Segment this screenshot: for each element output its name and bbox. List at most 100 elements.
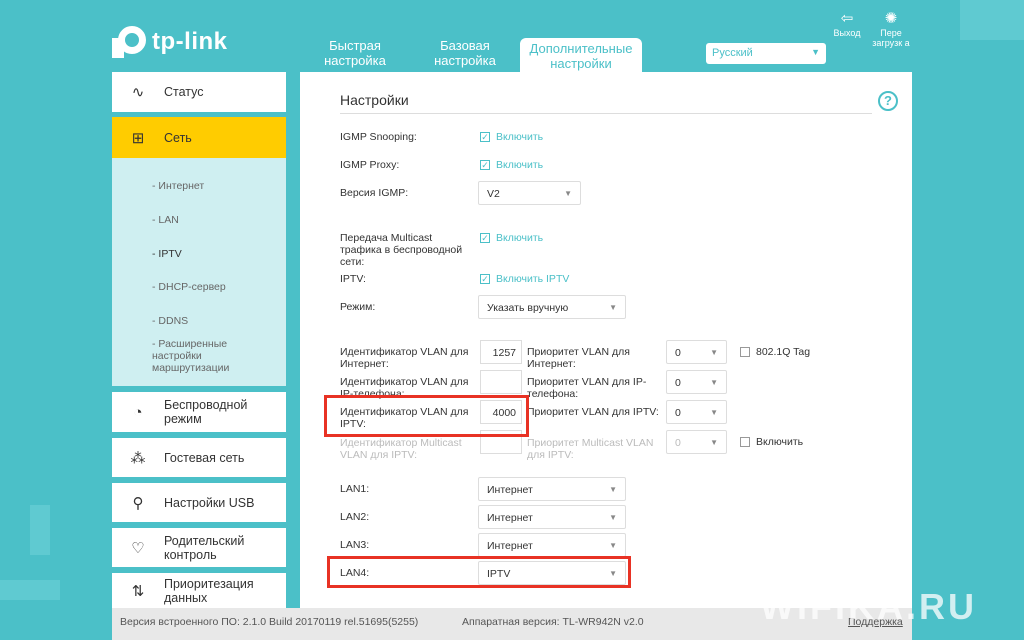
prio-iptv-label: Приоритет VLAN для IPTV: [527,406,659,418]
sidebar-item-label: Статус [164,85,204,99]
submenu-item-dhcp[interactable]: - DHCP-сервер [152,281,226,293]
select-value: 0 [675,407,681,419]
wireless-multicast-checkbox[interactable]: ✓ Включить [480,232,543,244]
multicast-enable-checkbox[interactable]: Включить [740,436,803,448]
prio-iptv-select[interactable]: 0 ▼ [666,400,727,424]
vlan-internet-input[interactable]: 1257 [480,340,522,364]
sidebar-item-label: Родительский контроль [164,533,245,562]
decor-tile [30,505,50,555]
decor-tile [0,580,60,600]
checkmark-icon: ✓ [480,233,490,243]
checkbox-icon [740,437,750,447]
igmp-version-label: Версия IGMP: [340,187,409,199]
sidebar-item-wireless[interactable]: ◔ Беспроводной режим [112,392,286,432]
reboot-button[interactable]: ✺ Пере загрузк а [872,10,910,48]
lan2-label: LAN2: [340,511,370,523]
select-value: 0 [675,437,681,449]
reboot-icon: ✺ [884,10,898,27]
checkbox-label: Включить IPTV [496,273,570,285]
sidebar-item-parental[interactable]: ♡ Родительский контроль [112,528,286,567]
pulse-icon: ∿ [131,84,145,101]
prio-internet-select[interactable]: 0 ▼ [666,340,727,364]
igmp-proxy-label: IGMP Proxy: [340,159,400,171]
sidebar-item-label: Сеть [164,130,192,145]
usb-icon: ⚲ [132,494,144,512]
prio-phone-label: Приоритет VLAN для IP-телефона: [527,376,647,400]
select-value: 0 [675,347,681,359]
igmp-snooping-label: IGMP Snooping: [340,131,417,143]
tp-link-logo[interactable]: tp-link [112,24,228,60]
prio-multicast-select[interactable]: 0 ▼ [666,430,727,454]
sidebar-item-label: Гостевая сеть [164,450,245,465]
sidebar-item-usb[interactable]: ⚲ Настройки USB [112,483,286,522]
dot1q-tag-checkbox[interactable]: 802.1Q Tag [740,346,810,358]
igmp-snooping-checkbox[interactable]: ✓ Включить [480,131,543,143]
iptv-label: IPTV: [340,273,366,285]
checkmark-icon: ✓ [480,132,490,142]
mode-select[interactable]: Указать вручную ▼ [478,295,626,319]
submenu-item-iptv[interactable]: - IPTV [152,248,182,260]
iptv-checkbox[interactable]: ✓ Включить IPTV [480,273,569,285]
tp-link-logo-icon [112,24,148,60]
page-title: Настройки [340,92,409,108]
wireless-multicast-label: Передача Multicast трафика в беспроводно… [340,232,463,268]
tab-label: Дополнительные [529,41,633,56]
checkbox-label: Включить [496,232,544,244]
prio-internet-label: Приоритет VLAN для Интернет: [527,346,630,370]
hardware-version: Аппаратная версия: TL-WR942N v2.0 [462,616,644,628]
igmp-proxy-checkbox[interactable]: ✓ Включить [480,159,543,171]
lan2-select[interactable]: Интернет ▼ [478,505,626,529]
sidebar-item-guest[interactable]: ⁂ Гостевая сеть [112,438,286,477]
watermark: WIFIKA.RU [760,586,977,627]
igmp-version-select[interactable]: V2 ▼ [478,181,581,205]
sidebar-item-qos[interactable]: ⇅ Приоритезация данных [112,573,286,608]
lan3-select[interactable]: Интернет ▼ [478,533,626,557]
mode-label: Режим: [340,301,376,313]
highlight-lan4 [327,556,631,588]
tab-label: настройка [434,53,496,68]
highlight-vlan-iptv [324,395,529,437]
checkmark-icon: ✓ [480,160,490,170]
submenu-item-lan[interactable]: - LAN [152,214,179,226]
select-value: V2 [487,188,500,200]
checkbox-label: Включить [496,131,544,143]
logout-button[interactable]: ⇦ Выход [830,10,864,38]
chevron-down-icon: ▼ [710,348,718,357]
sidebar-item-label: Беспроводной режим [164,398,248,426]
select-value: Интернет [487,484,533,496]
decor-tile [960,0,1024,40]
help-icon[interactable]: ? [878,91,898,111]
tab-basic[interactable]: Базовая настройка [426,38,504,72]
select-value: Интернет [487,540,533,552]
vlan-phone-input[interactable] [480,370,522,394]
vlan-multicast-label: Идентификатор Multicast VLAN для IPTV: [340,437,462,461]
arrows-icon: ⇅ [131,582,145,600]
select-value: Интернет [487,512,533,524]
chevron-down-icon: ▼ [710,438,718,447]
heart-icon: ♡ [131,539,145,557]
chevron-down-icon: ▼ [609,485,617,494]
tab-advanced[interactable]: Дополнительные настройки [520,38,642,74]
tab-label: Базовая [440,38,490,53]
prio-phone-select[interactable]: 0 ▼ [666,370,727,394]
tab-label: Быстрая [329,38,381,53]
language-select[interactable]: Русский ▼ [706,43,826,64]
chevron-down-icon: ▼ [609,541,617,550]
brand-name: tp-link [152,28,228,55]
submenu-item-ddns[interactable]: - DDNS [152,315,188,327]
tab-quick-setup[interactable]: Быстрая настройка [316,38,394,72]
submenu-item-routing[interactable]: - Расширенные настройки маршрутизации [152,338,242,374]
lan1-select[interactable]: Интернет ▼ [478,477,626,501]
chevron-down-icon: ▼ [710,378,718,387]
sidebar-item-status[interactable]: ∿ Статус [112,72,286,112]
language-value: Русский [712,47,753,59]
select-value: 0 [675,377,681,389]
submenu-item-internet[interactable]: - Интернет [152,180,204,192]
title-divider [340,113,872,114]
checkbox-label: 802.1Q Tag [756,346,811,358]
sidebar-item-label: Настройки USB [164,495,255,510]
checkmark-icon: ✓ [480,274,490,284]
sidebar-item-network[interactable]: ⊞ Сеть [112,117,286,158]
sidebar-item-label: Приоритезация данных [164,576,254,605]
checkbox-label: Включить [496,159,544,171]
